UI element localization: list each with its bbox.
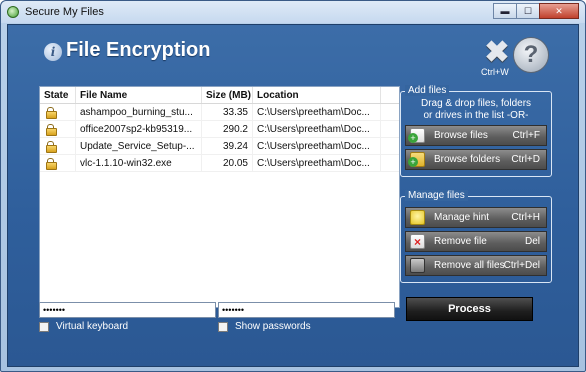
state-cell	[40, 155, 76, 171]
help-button[interactable]: ?	[513, 37, 549, 73]
lightbulb-icon	[410, 210, 425, 225]
manage-hint-shortcut: Ctrl+H	[511, 212, 540, 223]
trash-icon	[410, 258, 425, 273]
state-cell	[40, 104, 76, 120]
lock-icon	[46, 141, 57, 153]
show-passwords-option[interactable]: Show passwords	[218, 321, 311, 332]
file-list[interactable]: State File Name Size (MB) Location asham…	[39, 86, 400, 308]
virtual-keyboard-option[interactable]: Virtual keyboard	[39, 321, 128, 332]
lock-icon	[46, 124, 57, 136]
add-files-group: Add files Drag & drop files, folders or …	[400, 85, 552, 177]
remove-file-icon	[410, 234, 425, 249]
size-cell: 290.2	[202, 121, 253, 137]
close-icon: ✖	[484, 36, 510, 69]
file-name-cell: vlc-1.1.10-win32.exe	[76, 155, 202, 171]
show-passwords-label: Show passwords	[235, 321, 311, 332]
state-cell	[40, 138, 76, 154]
browse-files-button[interactable]: Browse files Ctrl+F	[405, 125, 547, 146]
location-cell: C:\Users\preetham\Doc...	[253, 155, 381, 171]
virtual-keyboard-checkbox[interactable]	[39, 321, 49, 332]
remove-file-shortcut: Del	[524, 236, 540, 247]
manage-files-group: Manage files Manage hint Ctrl+H Remove f…	[400, 190, 552, 283]
remove-file-label: Remove file	[434, 236, 487, 247]
column-header-state[interactable]: State	[40, 87, 76, 103]
close-window-button[interactable]: ✕	[539, 3, 579, 19]
add-file-icon	[408, 128, 425, 143]
location-cell: C:\Users\preetham\Doc...	[253, 138, 381, 154]
title-bar[interactable]: Secure My Files ▬ ☐ ✕	[1, 1, 585, 23]
password-field[interactable]: •••••••	[39, 302, 216, 318]
confirm-password-field[interactable]: •••••••	[218, 302, 395, 318]
main-panel: i File Encryption ✖ Ctrl+W ? State File …	[7, 24, 579, 367]
page-title: File Encryption	[66, 39, 211, 61]
browse-folders-shortcut: Ctrl+D	[511, 154, 540, 165]
table-row[interactable]: office2007sp2-kb95319... 290.2 C:\Users\…	[40, 121, 399, 138]
close-app-button[interactable]: ✖	[482, 38, 512, 68]
close-shortcut-label: Ctrl+W	[481, 67, 509, 77]
manage-files-title: Manage files	[405, 190, 468, 201]
browse-folders-label: Browse folders	[434, 154, 501, 165]
table-row[interactable]: Update_Service_Setup-... 39.24 C:\Users\…	[40, 138, 399, 155]
virtual-keyboard-label: Virtual keyboard	[56, 321, 129, 332]
state-cell	[40, 121, 76, 137]
lock-icon	[46, 107, 57, 119]
column-header-location[interactable]: Location	[253, 87, 381, 103]
file-name-cell: ashampoo_burning_stu...	[76, 104, 202, 120]
add-folder-icon	[408, 152, 425, 167]
remove-all-files-shortcut: Ctrl+Del	[503, 260, 540, 271]
size-cell: 33.35	[202, 104, 253, 120]
table-row[interactable]: vlc-1.1.10-win32.exe 20.05 C:\Users\pree…	[40, 155, 399, 172]
window-controls: ▬ ☐ ✕	[493, 3, 579, 19]
column-header-filler	[381, 87, 399, 103]
process-button[interactable]: Process	[406, 297, 533, 321]
add-files-title: Add files	[405, 85, 450, 96]
table-row[interactable]: ashampoo_burning_stu... 33.35 C:\Users\p…	[40, 104, 399, 121]
lock-icon	[46, 158, 57, 170]
remove-all-files-label: Remove all files	[434, 260, 505, 271]
browse-files-label: Browse files	[434, 130, 488, 141]
show-passwords-checkbox[interactable]	[218, 321, 228, 332]
browse-folders-button[interactable]: Browse folders Ctrl+D	[405, 149, 547, 170]
manage-hint-label: Manage hint	[434, 212, 490, 223]
file-name-cell: Update_Service_Setup-...	[76, 138, 202, 154]
remove-all-files-button[interactable]: Remove all files Ctrl+Del	[405, 255, 547, 276]
drag-drop-hint-line1: Drag & drop files, folders	[420, 98, 532, 109]
confirm-label: Confirm:	[220, 288, 266, 300]
location-cell: C:\Users\preetham\Doc...	[253, 121, 381, 137]
minimize-button[interactable]: ▬	[493, 3, 517, 19]
table-header: State File Name Size (MB) Location	[40, 87, 399, 104]
app-window: Secure My Files ▬ ☐ ✕ i File Encryption …	[0, 0, 586, 372]
drag-drop-hint-line2: or drives in the list -OR-	[423, 110, 529, 121]
size-cell: 39.24	[202, 138, 253, 154]
remove-file-button[interactable]: Remove file Del	[405, 231, 547, 252]
file-name-cell: office2007sp2-kb95319...	[76, 121, 202, 137]
password-label: Password:	[41, 288, 97, 300]
manage-hint-button[interactable]: Manage hint Ctrl+H	[405, 207, 547, 228]
info-icon: i	[44, 43, 62, 61]
maximize-button[interactable]: ☐	[516, 3, 540, 19]
size-cell: 20.05	[202, 155, 253, 171]
column-header-size[interactable]: Size (MB)	[202, 87, 253, 103]
location-cell: C:\Users\preetham\Doc...	[253, 104, 381, 120]
drag-drop-hint: Drag & drop files, folders or drives in …	[401, 98, 551, 122]
browse-files-shortcut: Ctrl+F	[512, 130, 541, 141]
column-header-file-name[interactable]: File Name	[76, 87, 202, 103]
app-logo-icon	[7, 6, 19, 18]
window-title: Secure My Files	[25, 6, 104, 18]
